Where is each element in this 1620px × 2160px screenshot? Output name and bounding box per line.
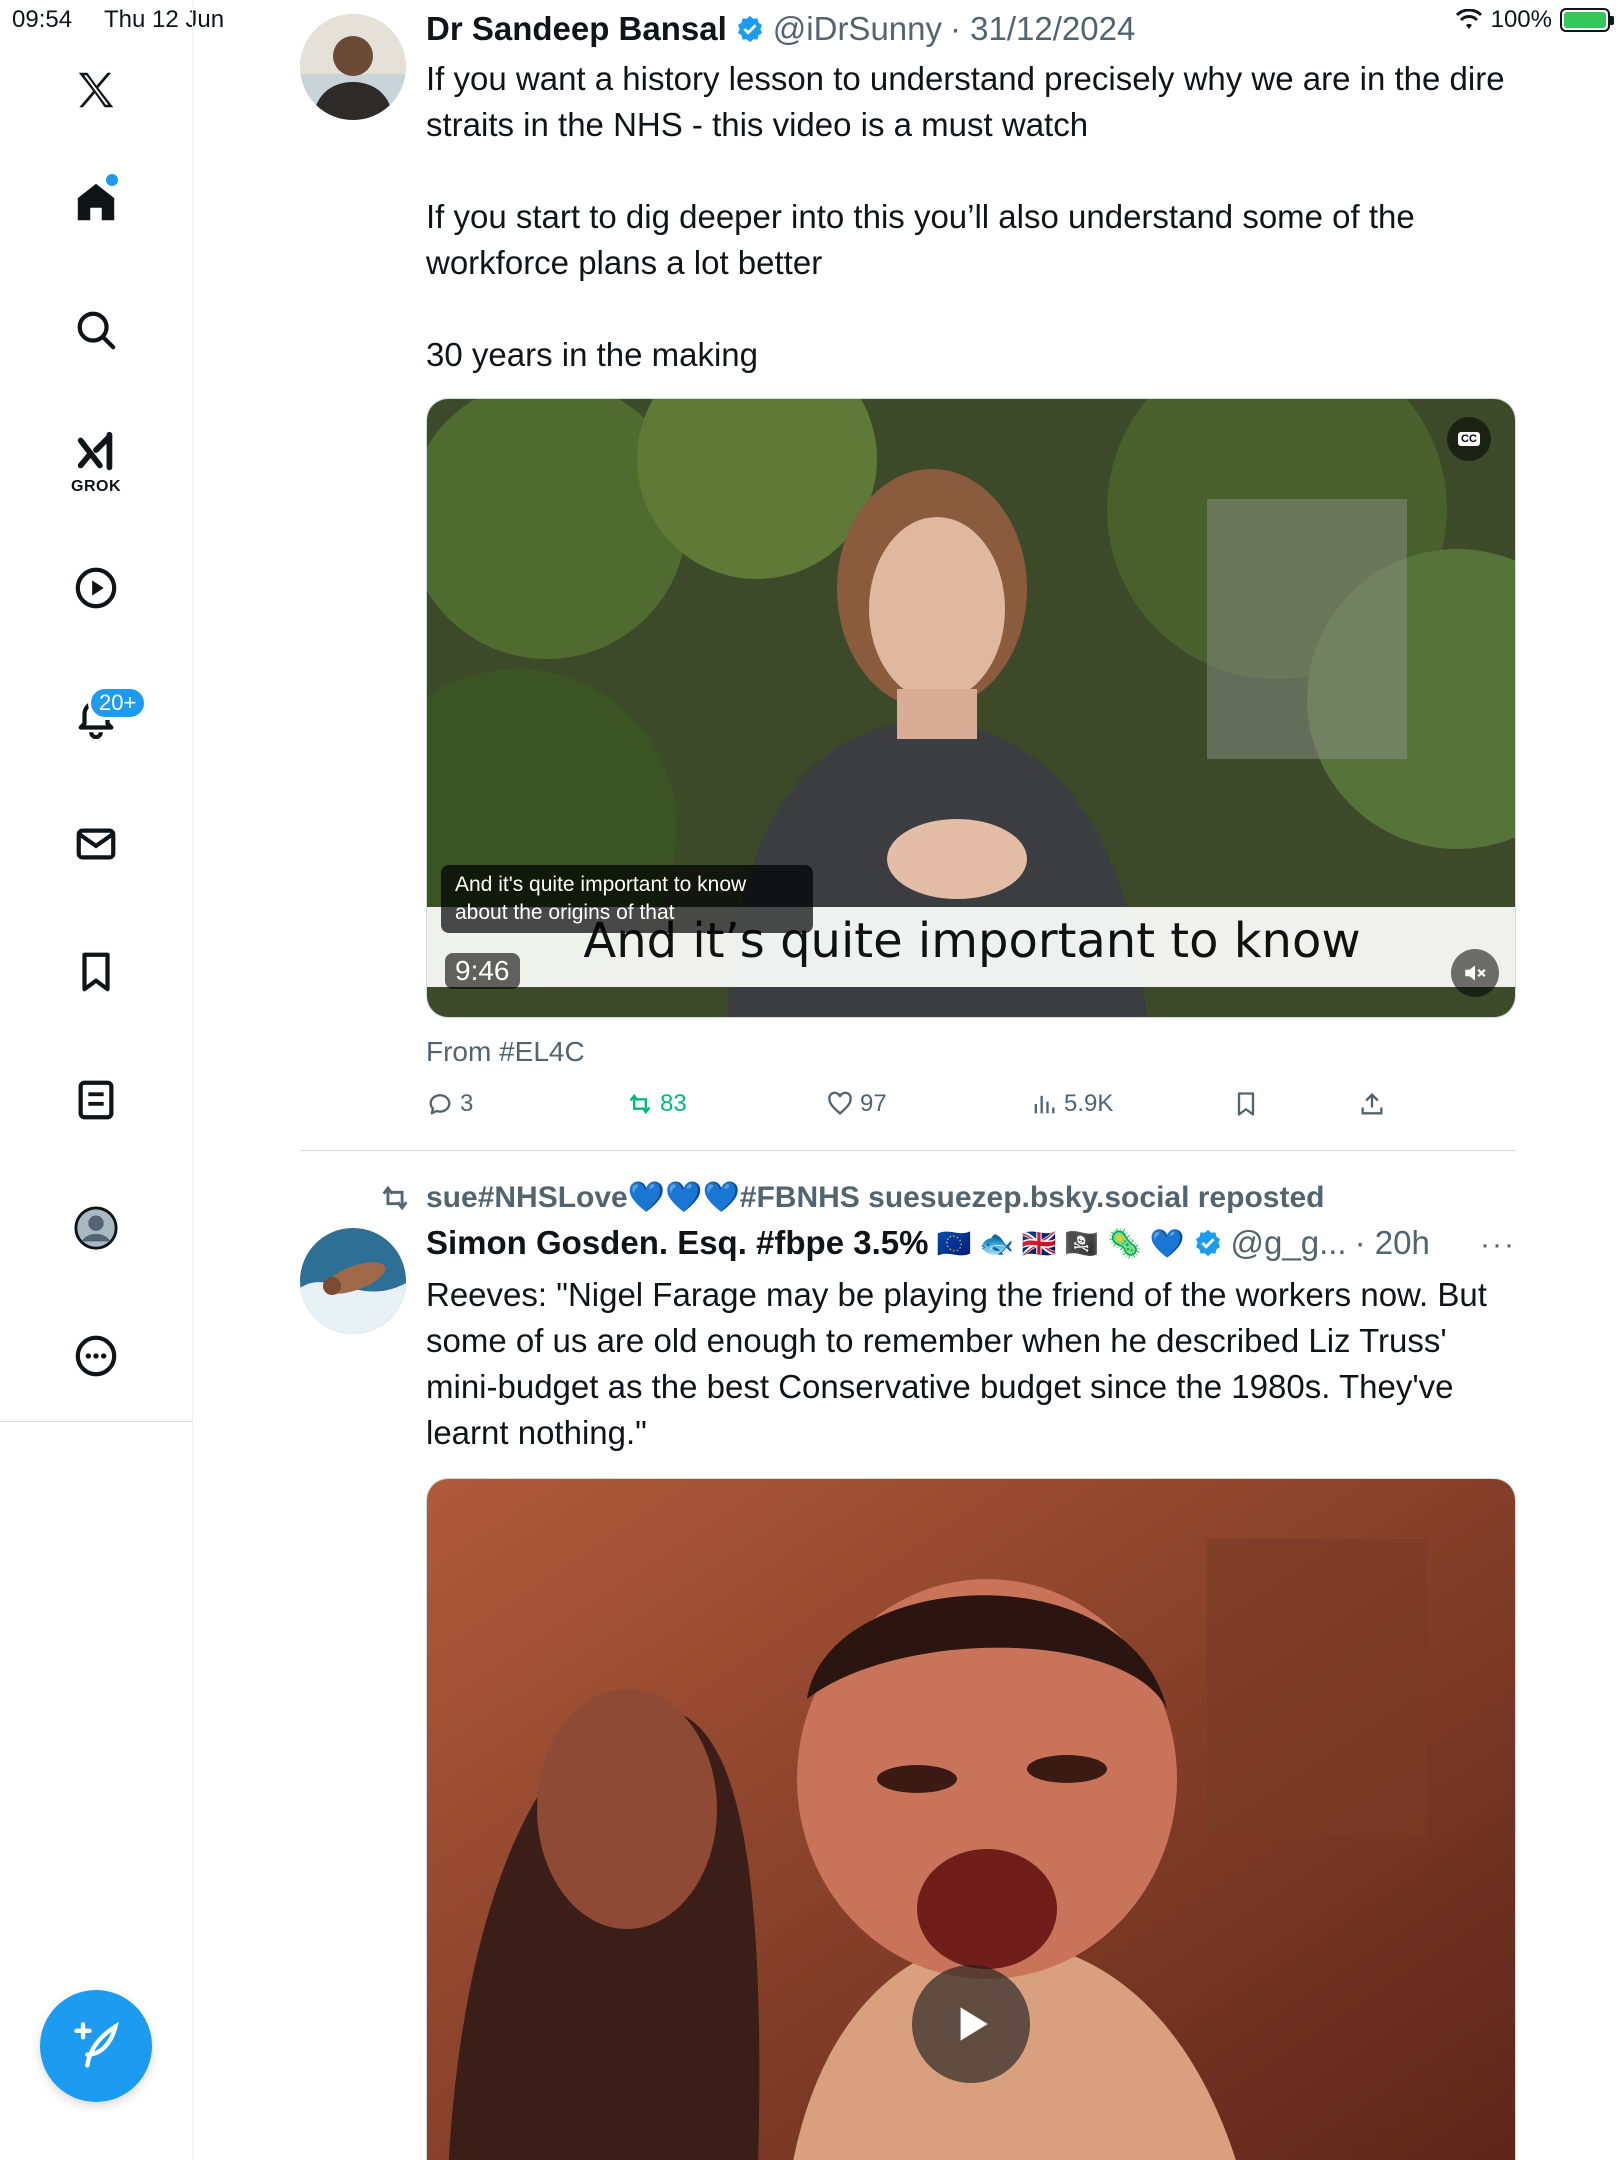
profile-avatar-icon[interactable] (62, 1194, 130, 1262)
sidebar: GROK 20+ (0, 0, 193, 2160)
repost-button[interactable]: 83 (626, 1090, 687, 1118)
tweet2-handle[interactable]: @g_g... (1231, 1224, 1347, 1262)
status-right: 100% (1455, 6, 1614, 34)
x-logo-icon[interactable] (62, 56, 130, 124)
play-button[interactable] (912, 1965, 1030, 2083)
tweet1-from-label[interactable]: From #EL4C (426, 1036, 585, 1068)
reply-count: 3 (460, 1090, 474, 1117)
lists-icon[interactable] (62, 1066, 130, 1134)
tweet-separator (300, 1150, 1516, 1151)
verified-badge-icon (1195, 1229, 1220, 1257)
heart-icon (828, 1091, 852, 1115)
mute-icon (1465, 965, 1486, 981)
bookmark-icon (1237, 1092, 1255, 1116)
grok-label: GROK (71, 478, 121, 495)
reply-icon (429, 1094, 451, 1115)
mute-button[interactable] (1451, 949, 1499, 997)
tweet1-actions: 3 83 97 5.9K (426, 1090, 1516, 1130)
reposted-by-text: sue#NHSLove💙💙💙#FBNHS suesuezep.bsky.soci… (426, 1181, 1325, 1214)
tweet1-author-name[interactable]: Dr Sandeep Bansal (426, 10, 727, 48)
tweet1-video[interactable]: CC And it’s quite important to know And … (426, 398, 1516, 1018)
verified-badge-icon (737, 15, 762, 43)
home-unread-dot (106, 174, 118, 186)
compose-post-button[interactable] (40, 1990, 152, 2102)
cc-button[interactable]: CC (1447, 417, 1491, 461)
repost-count: 83 (660, 1090, 687, 1117)
play-icon (960, 2007, 988, 2041)
tweet1-header: Dr Sandeep Bansal @iDrSunny · 31/12/2024 (426, 10, 1135, 48)
home-icon[interactable] (62, 168, 130, 236)
tweet2-author-name[interactable]: Simon Gosden. Esq. #fbpe 3.5% (426, 1224, 928, 1262)
tweet1-handle[interactable]: @iDrSunny (773, 10, 942, 48)
more-circle-icon[interactable] (62, 1322, 130, 1390)
reply-button[interactable]: 3 (426, 1090, 473, 1118)
sidebar-divider (0, 1421, 193, 1422)
tweet2-time[interactable]: · 20h (1355, 1224, 1430, 1262)
cc-label: CC (1458, 432, 1480, 446)
video-duration: 9:46 (445, 953, 520, 989)
repost-icon (629, 1093, 651, 1115)
tweet2-name-emojis: 🇪🇺 🐟 🇬🇧 🏴‍☠️ 🦠 💙 (936, 1227, 1185, 1259)
repost-icon (382, 1185, 408, 1210)
tweet2-gif[interactable] (426, 1478, 1516, 2160)
search-icon[interactable] (62, 296, 130, 364)
share-button[interactable] (1358, 1090, 1386, 1118)
bookmark-button[interactable] (1232, 1090, 1260, 1118)
tweet2-text: Reeves: "Nigel Farage may be playing the… (426, 1276, 1487, 1451)
tweet1-date[interactable]: · 31/12/2024 (950, 10, 1135, 48)
tweet2-header: Simon Gosden. Esq. #fbpe 3.5% 🇪🇺 🐟 🇬🇧 🏴‍… (426, 1224, 1430, 1262)
grok-icon[interactable] (62, 418, 130, 486)
mail-icon[interactable] (62, 810, 130, 878)
tweet1-text: If you want a history lesson to understa… (426, 60, 1505, 373)
views-button[interactable]: 5.9K (1030, 1090, 1113, 1118)
like-button[interactable]: 97 (826, 1090, 887, 1118)
reposted-by-line[interactable]: sue#NHSLove💙💙💙#FBNHS suesuezep.bsky.soci… (378, 1180, 1324, 1215)
bookmark-icon[interactable] (62, 938, 130, 1006)
tweet2-avatar[interactable] (300, 1228, 406, 1334)
wifi-icon (1455, 9, 1482, 29)
share-icon (1361, 1093, 1383, 1115)
video-play-icon[interactable] (62, 554, 130, 622)
battery-percent: 100% (1490, 6, 1552, 33)
notifications-badge: 20+ (88, 686, 148, 720)
video-caption-small: And it's quite important to know about t… (441, 865, 813, 933)
views-chart-icon (1034, 1095, 1055, 1114)
tweet1-avatar[interactable] (300, 14, 406, 120)
compose-feather-icon (74, 2021, 119, 2068)
like-count: 97 (860, 1090, 887, 1117)
tweet2-more-button[interactable]: ··· (1480, 1228, 1516, 1262)
battery-icon (1560, 8, 1614, 32)
views-count: 5.9K (1064, 1090, 1114, 1117)
